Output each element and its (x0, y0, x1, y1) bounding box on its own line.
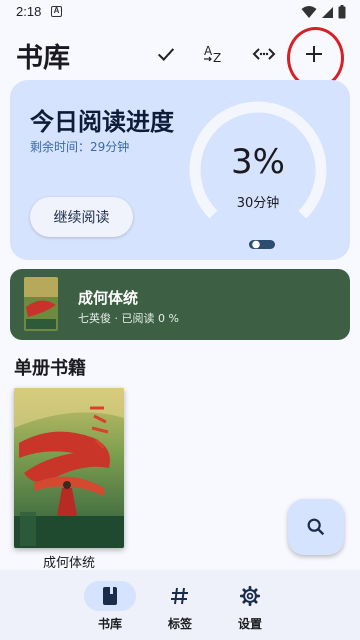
search-icon (307, 518, 325, 536)
wifi-icon (301, 6, 317, 18)
status-bar: 2:18 A (0, 0, 360, 24)
nav-tags-indicator (154, 581, 206, 611)
page-title: 书库 (16, 43, 70, 74)
svg-text:Z: Z (213, 51, 221, 65)
book-icon (103, 587, 117, 605)
remaining-time: 剩余时间：29分钟 (30, 140, 130, 154)
nav-library-indicator (84, 581, 136, 611)
hashtag-icon (171, 587, 188, 605)
nav-item-library[interactable]: 书库 (78, 581, 142, 633)
book-item[interactable]: 成何体统 (14, 388, 124, 573)
book-title: 成何体统 (42, 556, 95, 571)
recent-book-card[interactable]: 成何体统 七英俊 · 已阅读 0 % (10, 269, 350, 340)
recent-book-cover (24, 277, 58, 331)
nav-label-library: 书库 (97, 617, 122, 631)
recent-book-title: 成何体统 (78, 289, 139, 307)
search-fab[interactable] (288, 499, 344, 555)
view-toggle-button[interactable] (244, 34, 284, 74)
nav-settings-indicator (224, 581, 276, 611)
recent-book-meta: 七英俊 · 已阅读 0 % (78, 312, 179, 325)
nav-item-tags[interactable]: 标签 (148, 581, 212, 633)
goal-minutes: 30分钟 (236, 196, 280, 211)
nav-label-settings: 设置 (237, 617, 262, 631)
code-icon (252, 48, 276, 60)
progress-title: 今日阅读进度 (30, 108, 174, 136)
progress-knob-dot (252, 240, 260, 249)
bottom-navigation: 书库 标签 设置 (0, 570, 360, 640)
sort-az-icon: A Z (204, 44, 221, 65)
sort-button[interactable]: A Z (195, 34, 235, 74)
continue-reading-button[interactable]: 继续阅读 (30, 197, 133, 237)
nav-item-settings[interactable]: 设置 (218, 581, 282, 633)
battery-icon (338, 5, 346, 19)
progress-ring: 3% 30分钟 (188, 90, 348, 250)
signal-icon (322, 6, 333, 18)
select-button[interactable] (146, 34, 186, 74)
notification-a-icon: A (51, 6, 62, 17)
gear-icon (239, 585, 261, 607)
book-cover (14, 388, 124, 548)
check-icon (157, 48, 175, 61)
svg-text:A: A (204, 44, 213, 58)
progress-percent: 3% (231, 142, 285, 182)
section-title: 单册书籍 (14, 358, 86, 379)
status-icons (301, 5, 346, 19)
nav-label-tags: 标签 (167, 617, 192, 631)
reading-progress-card: 今日阅读进度 剩余时间：29分钟 继续阅读 3% 30分钟 (10, 80, 350, 260)
status-time: 2:18 (16, 4, 42, 19)
